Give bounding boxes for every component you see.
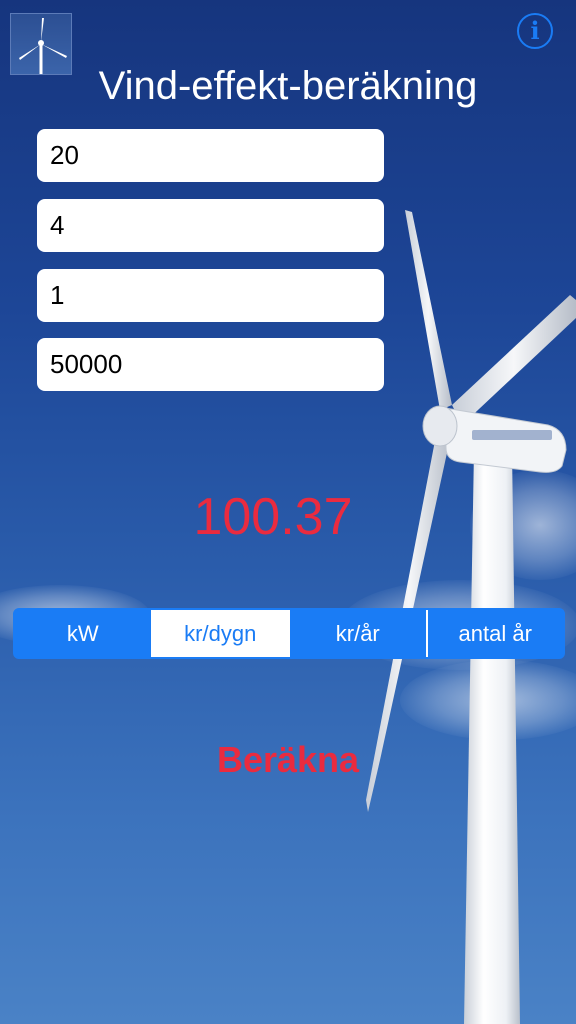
segment-kw[interactable]: kW [15, 610, 153, 657]
input-field-1[interactable] [37, 129, 384, 182]
background-cloud [400, 660, 576, 740]
page-title: Vind-effekt-beräkning [98, 64, 478, 108]
info-icon: i [530, 16, 540, 45]
unit-segmented-control: kW kr/dygn kr/år antal år [13, 608, 565, 659]
input-field-2[interactable] [37, 199, 384, 252]
input-field-4[interactable] [37, 338, 384, 391]
segment-antal-ar[interactable]: antal år [427, 610, 563, 657]
app-screen: i Vind-effekt-beräkning 100.37 kW kr/dyg… [0, 0, 576, 1024]
input-field-3[interactable] [37, 269, 384, 322]
result-value: 100.37 [193, 488, 353, 546]
segment-kr-per-ar[interactable]: kr/år [290, 610, 428, 657]
calculate-button[interactable]: Beräkna [0, 734, 576, 786]
segment-kr-per-dygn[interactable]: kr/dygn [152, 610, 290, 657]
info-button[interactable]: i [517, 13, 553, 49]
